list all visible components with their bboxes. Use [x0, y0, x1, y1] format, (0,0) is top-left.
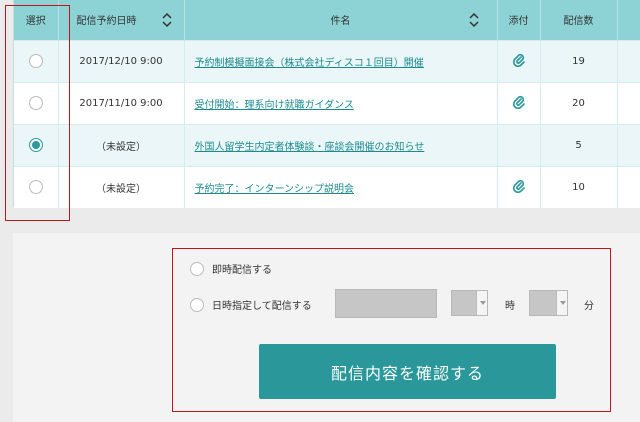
select-column-highlight — [5, 5, 70, 221]
attachment-cell — [497, 39, 541, 82]
row-subject-link[interactable]: 予約完了：インターンシップ説明会 — [195, 184, 355, 195]
table-row: （未設定） 予約完了：インターンシップ説明会 10 — [14, 165, 640, 208]
sort-icon[interactable] — [468, 13, 479, 27]
row-subject-link[interactable]: 受付開始：理系向け就職ガイダンス — [195, 100, 354, 111]
row-count: 20 — [540, 81, 618, 124]
sort-icon[interactable] — [161, 13, 172, 27]
paperclip-icon — [512, 95, 525, 112]
table-row: （未設定） 外国人留学生内定者体験談・座談会開催のお知らせ 5 — [14, 123, 640, 166]
row-date: 2017/11/10 9:00 — [58, 81, 185, 124]
delivery-table: 選択 配信予約日時 件名 添付 配信数 2017/12/10 9:00 予約制模… — [13, 0, 640, 208]
attachment-cell — [497, 81, 541, 124]
col-scheduled[interactable]: 配信予約日時 — [58, 0, 185, 40]
col-scheduled-label: 配信予約日時 — [76, 16, 137, 28]
attachment-cell — [497, 123, 541, 166]
col-count: 配信数 — [540, 0, 618, 40]
col-subject[interactable]: 件名 — [184, 0, 498, 40]
row-date: （未設定） — [58, 123, 185, 166]
row-count: 5 — [540, 123, 618, 166]
col-attachment: 添付 — [497, 0, 541, 40]
delivery-options-highlight — [172, 248, 611, 412]
table-row: 2017/11/10 9:00 受付開始：理系向け就職ガイダンス 20 — [14, 81, 640, 124]
row-date: 2017/12/10 9:00 — [58, 39, 185, 82]
table-row: 2017/12/10 9:00 予約制模擬面接会（株式会社ディスコ１回目）開催 … — [14, 39, 640, 82]
row-count: 19 — [540, 39, 618, 82]
row-subject-link[interactable]: 予約制模擬面接会（株式会社ディスコ１回目）開催 — [195, 58, 424, 69]
row-subject-link[interactable]: 外国人留学生内定者体験談・座談会開催のお知らせ — [195, 142, 425, 153]
attachment-cell — [497, 165, 541, 208]
paperclip-icon — [512, 179, 525, 196]
paperclip-icon — [512, 53, 525, 70]
table-header-row: 選択 配信予約日時 件名 添付 配信数 — [14, 0, 640, 40]
col-extra — [617, 0, 640, 40]
row-date: （未設定） — [58, 165, 185, 208]
col-subject-label: 件名 — [330, 16, 351, 28]
row-count: 10 — [540, 165, 618, 208]
